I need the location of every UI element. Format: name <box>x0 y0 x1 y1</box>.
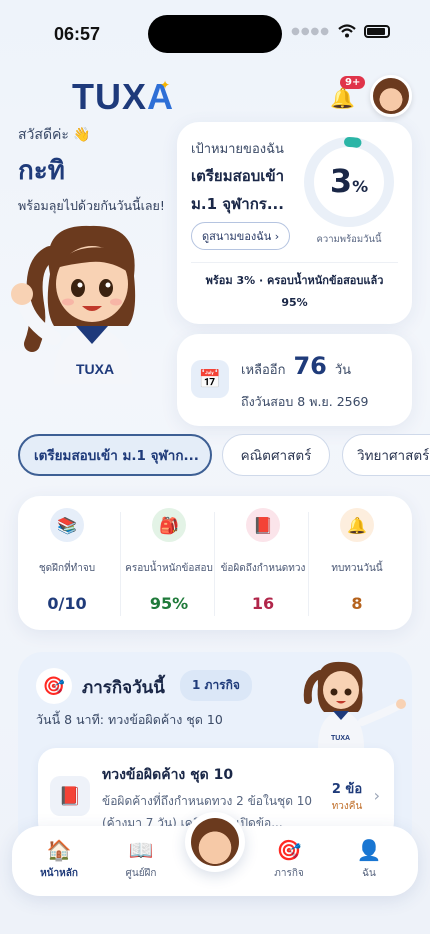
nav-profile[interactable]: 👤 ฉัน <box>334 838 404 881</box>
stat-exam-coverage[interactable]: 🎒 ครอบน้ำหนักข้อสอบ 95% <box>122 508 216 618</box>
status-bar: 06:57 ●●●● <box>0 0 430 66</box>
chip-goal[interactable]: เตรียมสอบเข้า ม.1 จุฬาก... <box>18 434 212 476</box>
calendar-icon: 📅 <box>191 360 229 398</box>
stat-sets-completed[interactable]: 📚 ชุดฝึกที่ทำจบ 0/10 <box>20 508 114 618</box>
task-title: ทวงข้อผิดค้าง ชุด 10 <box>102 767 234 783</box>
notification-bell-icon[interactable]: 🔔 <box>330 86 355 110</box>
book-red-icon: 📕 <box>246 508 280 542</box>
mascot-illustration: TUXA <box>11 225 136 384</box>
bottom-navigation: 🏠 หน้าหลัก 📖 ศูนย์ฝึก 🎯 ภารกิจ 👤 ฉัน <box>12 812 418 896</box>
view-my-exam-button[interactable]: ดูสนามของฉัน › <box>191 222 291 250</box>
nav-practice-center[interactable]: 📖 ศูนย์ฝึก <box>106 838 176 881</box>
goal-card[interactable]: เป้าหมายของฉัน เตรียมสอบเข้า ม.1 จุฬากร.… <box>177 122 412 324</box>
notification-badge: 9+ <box>340 76 366 89</box>
subject-chips: เตรียมสอบเข้า ม.1 จุฬาก... คณิตศาสตร์ วิ… <box>18 434 430 478</box>
wifi-icon <box>338 24 356 38</box>
book-open-icon: 📖 <box>128 838 154 862</box>
mission-title: ภารกิจวันนี้ <box>82 678 165 698</box>
stat-divider <box>214 512 215 616</box>
dynamic-island <box>148 15 282 53</box>
status-time: 06:57 <box>54 24 101 44</box>
svg-text:TUXA: TUXA <box>76 361 114 377</box>
tuxa-logo: TUXA <box>72 76 174 117</box>
goal-title: เตรียมสอบเข้า ม.1 จุฬากร... <box>191 167 285 213</box>
user-icon: 👤 <box>356 838 382 862</box>
signal-icon: ●●●● <box>291 25 330 37</box>
days-remaining: เหลืออีก 76 วัน <box>241 352 352 380</box>
target-icon: 🎯 <box>36 668 72 704</box>
readiness-label: ความพร้อมวันนี้ <box>316 234 382 245</box>
backpack-icon: 🎒 <box>152 508 186 542</box>
readiness-value: 3% <box>329 162 369 200</box>
greeting-hello: สวัสดีค่ะ 👋 <box>18 127 91 143</box>
stat-divider <box>120 512 121 616</box>
home-icon: 🏠 <box>46 838 72 862</box>
bell-icon: 🔔 <box>340 508 374 542</box>
user-name: กะทิ <box>18 156 65 186</box>
mascot-center-button[interactable] <box>185 812 245 872</box>
nav-home[interactable]: 🏠 หน้าหลัก <box>24 838 94 881</box>
book-red-icon: 📕 <box>50 776 90 816</box>
goal-divider <box>191 262 398 263</box>
svg-text:TUXA: TUXA <box>331 735 350 742</box>
mascot-pointing-illustration: TUXA <box>303 661 406 748</box>
books-icon: 📚 <box>50 508 84 542</box>
battery-icon <box>364 24 390 38</box>
exam-date: ถึงวันสอบ 8 พ.ย. 2569 <box>241 394 369 409</box>
goal-summary: พร้อม 3% · ครอบน้ำหนักข้อสอบแล้ว 95% <box>205 274 384 309</box>
stat-review-today[interactable]: 🔔 ทบทวนวันนี้ 8 <box>310 508 404 618</box>
target-icon: 🎯 <box>276 838 302 862</box>
exam-countdown-card[interactable]: 📅 เหลืออีก 76 วัน ถึงวันสอบ 8 พ.ย. 2569 <box>177 334 412 426</box>
chip-math[interactable]: คณิตศาสตร์ <box>222 434 330 476</box>
stat-mistakes-due[interactable]: 📕 ข้อผิดถึงกำหนดทวง 16 <box>216 508 310 618</box>
mission-subtitle: วันนี้ 8 นาที: ทวงข้อผิดค้าง ชุด 10 <box>36 712 223 727</box>
stats-card: 📚 ชุดฝึกที่ทำจบ 0/10 🎒 ครอบน้ำหนักข้อสอบ… <box>18 496 412 630</box>
goal-label: เป้าหมายของฉัน <box>191 142 284 157</box>
stat-divider <box>308 512 309 616</box>
nav-missions[interactable]: 🎯 ภารกิจ <box>254 838 324 881</box>
profile-avatar[interactable] <box>370 75 412 117</box>
status-icons: ●●●● <box>291 24 390 38</box>
mascot-avatar <box>191 818 239 866</box>
chevron-right-icon: › <box>373 786 380 805</box>
chip-science[interactable]: วิทยาศาสตร์ <box>342 434 430 476</box>
greeting-subtitle: พร้อมลุยไปด้วยกันวันนี้เลย! <box>18 198 165 213</box>
task-count: 2 ข้อ ทวงคืน <box>331 782 363 812</box>
mission-count-badge: 1 ภารกิจ <box>180 670 252 701</box>
logo-sparkle-icon: ✦ <box>160 78 171 92</box>
